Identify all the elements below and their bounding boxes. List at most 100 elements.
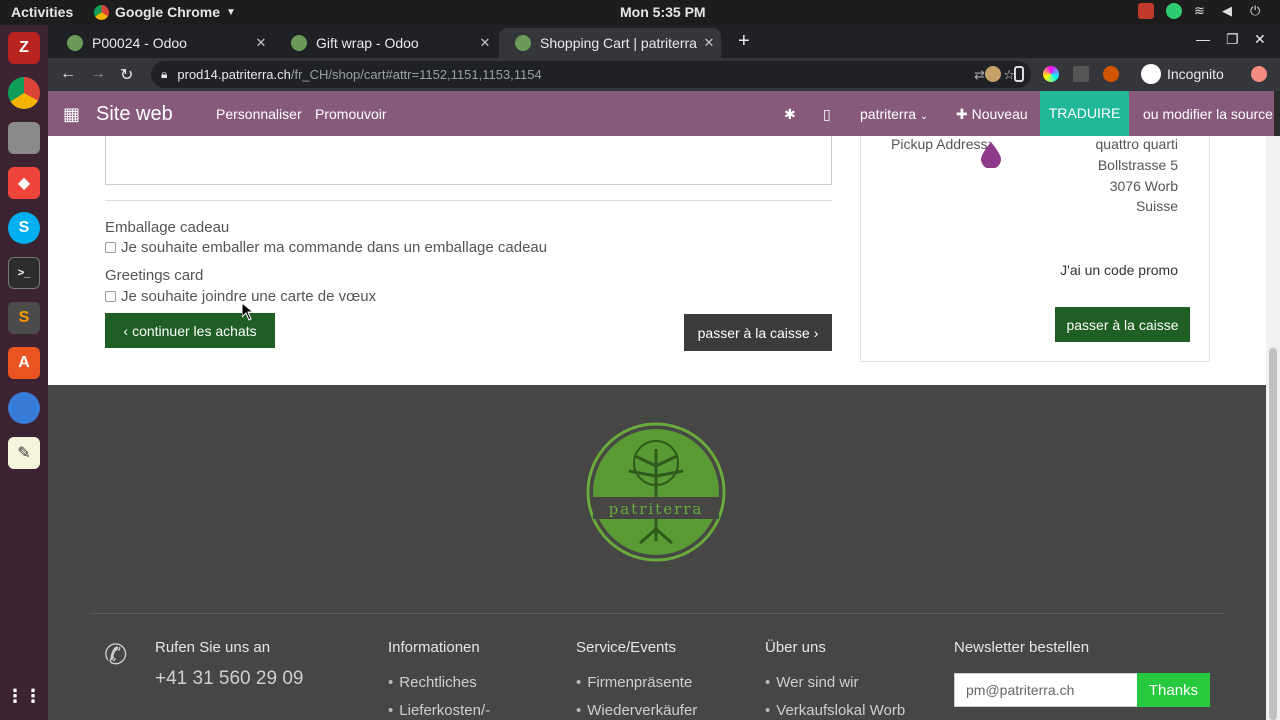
extension-odoo-icon[interactable] — [1103, 66, 1119, 82]
profile-avatar[interactable] — [1251, 66, 1267, 82]
new-content-button[interactable]: ✚ Nouveau — [956, 106, 1028, 123]
dock: Z ◆ S >_ S A ✎ ⋮⋮ — [0, 25, 48, 720]
website-switch-label: patriterra — [860, 106, 917, 122]
minimize-icon[interactable]: — — [1196, 31, 1210, 47]
software-center-icon[interactable]: A — [8, 347, 40, 379]
phone-icon: ✆ — [104, 639, 128, 670]
newsletter-submit-button[interactable]: Thanks — [1137, 673, 1210, 707]
chevron-right-icon: › — [813, 324, 819, 341]
extension-screenshot-icon[interactable] — [1073, 66, 1089, 82]
checkout-button[interactable]: passer à la caisse › — [684, 314, 832, 351]
menu-customize[interactable]: Personnaliser — [216, 106, 302, 122]
activities-button[interactable]: Activities — [11, 4, 73, 20]
odoo-website-bar: ▦ Site web Personnaliser Promouvoir ✱ ▯ … — [48, 91, 1274, 136]
promo-code-link[interactable]: J'ai un code promo — [1060, 262, 1178, 278]
volume-icon[interactable]: ◀ — [1222, 3, 1238, 19]
address-bar[interactable]: 🔒︎ prod14.patriterra.ch /fr_CH/shop/cart… — [151, 61, 1031, 88]
favicon-icon — [291, 35, 307, 51]
footer-link[interactable]: Firmenpräsente — [576, 674, 692, 691]
incognito-indicator[interactable]: Incognito — [1141, 63, 1224, 85]
anydesk-icon[interactable]: ◆ — [8, 167, 40, 199]
footer-link[interactable]: Lieferkosten/- — [388, 702, 490, 719]
greetings-card-checkbox[interactable] — [105, 291, 116, 302]
extension-color-icon[interactable] — [1043, 66, 1059, 82]
power-icon[interactable]: ⏻ — [1250, 3, 1266, 19]
ueber-uns-heading: Über uns — [765, 639, 826, 656]
summary-checkout-button[interactable]: passer à la caisse — [1055, 307, 1190, 342]
tab-title: P00024 - Odoo — [92, 35, 187, 51]
terminal-icon[interactable]: >_ — [8, 257, 40, 289]
address-line: Bollstrasse 5 — [1097, 157, 1178, 173]
close-icon[interactable]: ✕ — [249, 35, 273, 51]
footer-link[interactable]: Rechtliches — [388, 674, 477, 691]
tab-p00024[interactable]: P00024 - Odoo ✕ — [51, 28, 273, 58]
divider — [105, 200, 832, 201]
site-footer: patriterra ✆ Rufen Sie uns an +41 31 560… — [48, 385, 1266, 720]
new-tab-button[interactable]: + — [738, 30, 750, 53]
close-icon[interactable]: ✕ — [697, 35, 721, 51]
text-editor-icon[interactable]: ✎ — [8, 437, 40, 469]
debug-bug-icon[interactable]: ✱ — [784, 106, 796, 123]
translate-button[interactable]: TRADUIRE — [1040, 91, 1129, 136]
update-icon[interactable] — [1166, 3, 1182, 19]
patriterra-logo[interactable]: patriterra — [585, 421, 727, 563]
window-close-icon[interactable]: ✕ — [1254, 31, 1266, 48]
app-name: Google Chrome — [115, 4, 221, 20]
tab-title: Shopping Cart | patriterra — [540, 35, 697, 51]
chevron-left-icon: ‹ — [123, 322, 129, 339]
apps-grid-icon[interactable]: ▦ — [63, 104, 80, 125]
newsletter-heading: Newsletter bestellen — [954, 639, 1090, 656]
continue-shopping-label: continuer les achats — [132, 322, 257, 339]
url-host: prod14.patriterra.ch — [177, 67, 291, 82]
forward-icon[interactable]: → — [90, 65, 106, 83]
page-scrollbar[interactable] — [1266, 136, 1280, 720]
wifi-icon[interactable]: ≋ — [1194, 3, 1210, 19]
filezilla-icon[interactable]: Z — [8, 32, 40, 64]
greetings-card-option[interactable]: Je souhaite joindre une carte de vœux — [105, 288, 376, 305]
tab-shopping-cart[interactable]: Shopping Cart | patriterra ✕ — [499, 28, 721, 58]
informationen-heading: Informationen — [388, 639, 480, 656]
mouse-cursor-icon — [242, 303, 254, 321]
site-web-brand[interactable]: Site web — [96, 103, 173, 126]
close-icon[interactable]: ✕ — [473, 35, 497, 51]
cart-page: Emballage cadeau Je souhaite emballer ma… — [48, 136, 1266, 385]
lock-icon[interactable]: 🔒︎ — [161, 67, 167, 82]
chevron-down-icon: ⌄ — [919, 111, 929, 122]
maximize-icon[interactable]: ❐ — [1226, 31, 1239, 48]
gift-wrap-checkbox-label: Je souhaite emballer ma commande dans un… — [121, 239, 548, 256]
thunderbird-icon[interactable] — [8, 392, 40, 424]
url-path: /fr_CH/shop/cart#attr=1152,1151,1153,115… — [290, 67, 542, 82]
scrollbar-thumb[interactable] — [1269, 348, 1277, 720]
files-icon[interactable] — [8, 122, 40, 154]
extension-monkey-icon[interactable] — [985, 66, 1001, 82]
footer-link[interactable]: Wer sind wir — [765, 674, 858, 691]
footer-link[interactable]: Wiederverkäufer — [576, 702, 697, 719]
edit-source-link[interactable]: ou modifier la source — [1143, 106, 1273, 122]
extension-device-icon[interactable] — [1014, 66, 1024, 82]
clock[interactable]: Mon 5:35 PM — [620, 4, 706, 20]
mobile-preview-icon[interactable]: ▯ — [823, 106, 831, 123]
incognito-icon — [1141, 64, 1161, 84]
footer-link[interactable]: Verkaufslokal Worb — [765, 702, 905, 719]
system-tray[interactable]: ≋ ◀ ⏻ — [1138, 3, 1266, 19]
app-menu[interactable]: Google Chrome ▼ — [94, 4, 236, 20]
logo-text: patriterra — [609, 500, 704, 518]
camera-icon[interactable] — [1138, 3, 1154, 19]
show-apps-icon[interactable]: ⋮⋮ — [6, 680, 42, 712]
sublime-icon[interactable]: S — [8, 302, 40, 334]
reload-icon[interactable]: ↻ — [120, 65, 133, 85]
chrome-dock-icon[interactable] — [8, 77, 40, 109]
skype-icon[interactable]: S — [8, 212, 40, 244]
gift-wrap-checkbox[interactable] — [105, 242, 116, 253]
new-label: Nouveau — [971, 106, 1028, 122]
tab-gift-wrap[interactable]: Gift wrap - Odoo ✕ — [275, 28, 497, 58]
browser-toolbar: ← → ↻ 🔒︎ prod14.patriterra.ch /fr_CH/sho… — [48, 58, 1280, 91]
back-icon[interactable]: ← — [60, 65, 76, 83]
website-switcher[interactable]: patriterra ⌄ — [860, 106, 928, 122]
translate-icon[interactable]: ⇄ — [974, 67, 985, 83]
menu-promote[interactable]: Promouvoir — [315, 106, 387, 122]
phone-number[interactable]: +41 31 560 29 09 — [155, 668, 303, 690]
newsletter-email-input[interactable]: pm@patriterra.ch — [954, 673, 1138, 707]
order-note-textarea[interactable] — [105, 136, 832, 185]
gift-wrap-option[interactable]: Je souhaite emballer ma commande dans un… — [105, 239, 547, 256]
